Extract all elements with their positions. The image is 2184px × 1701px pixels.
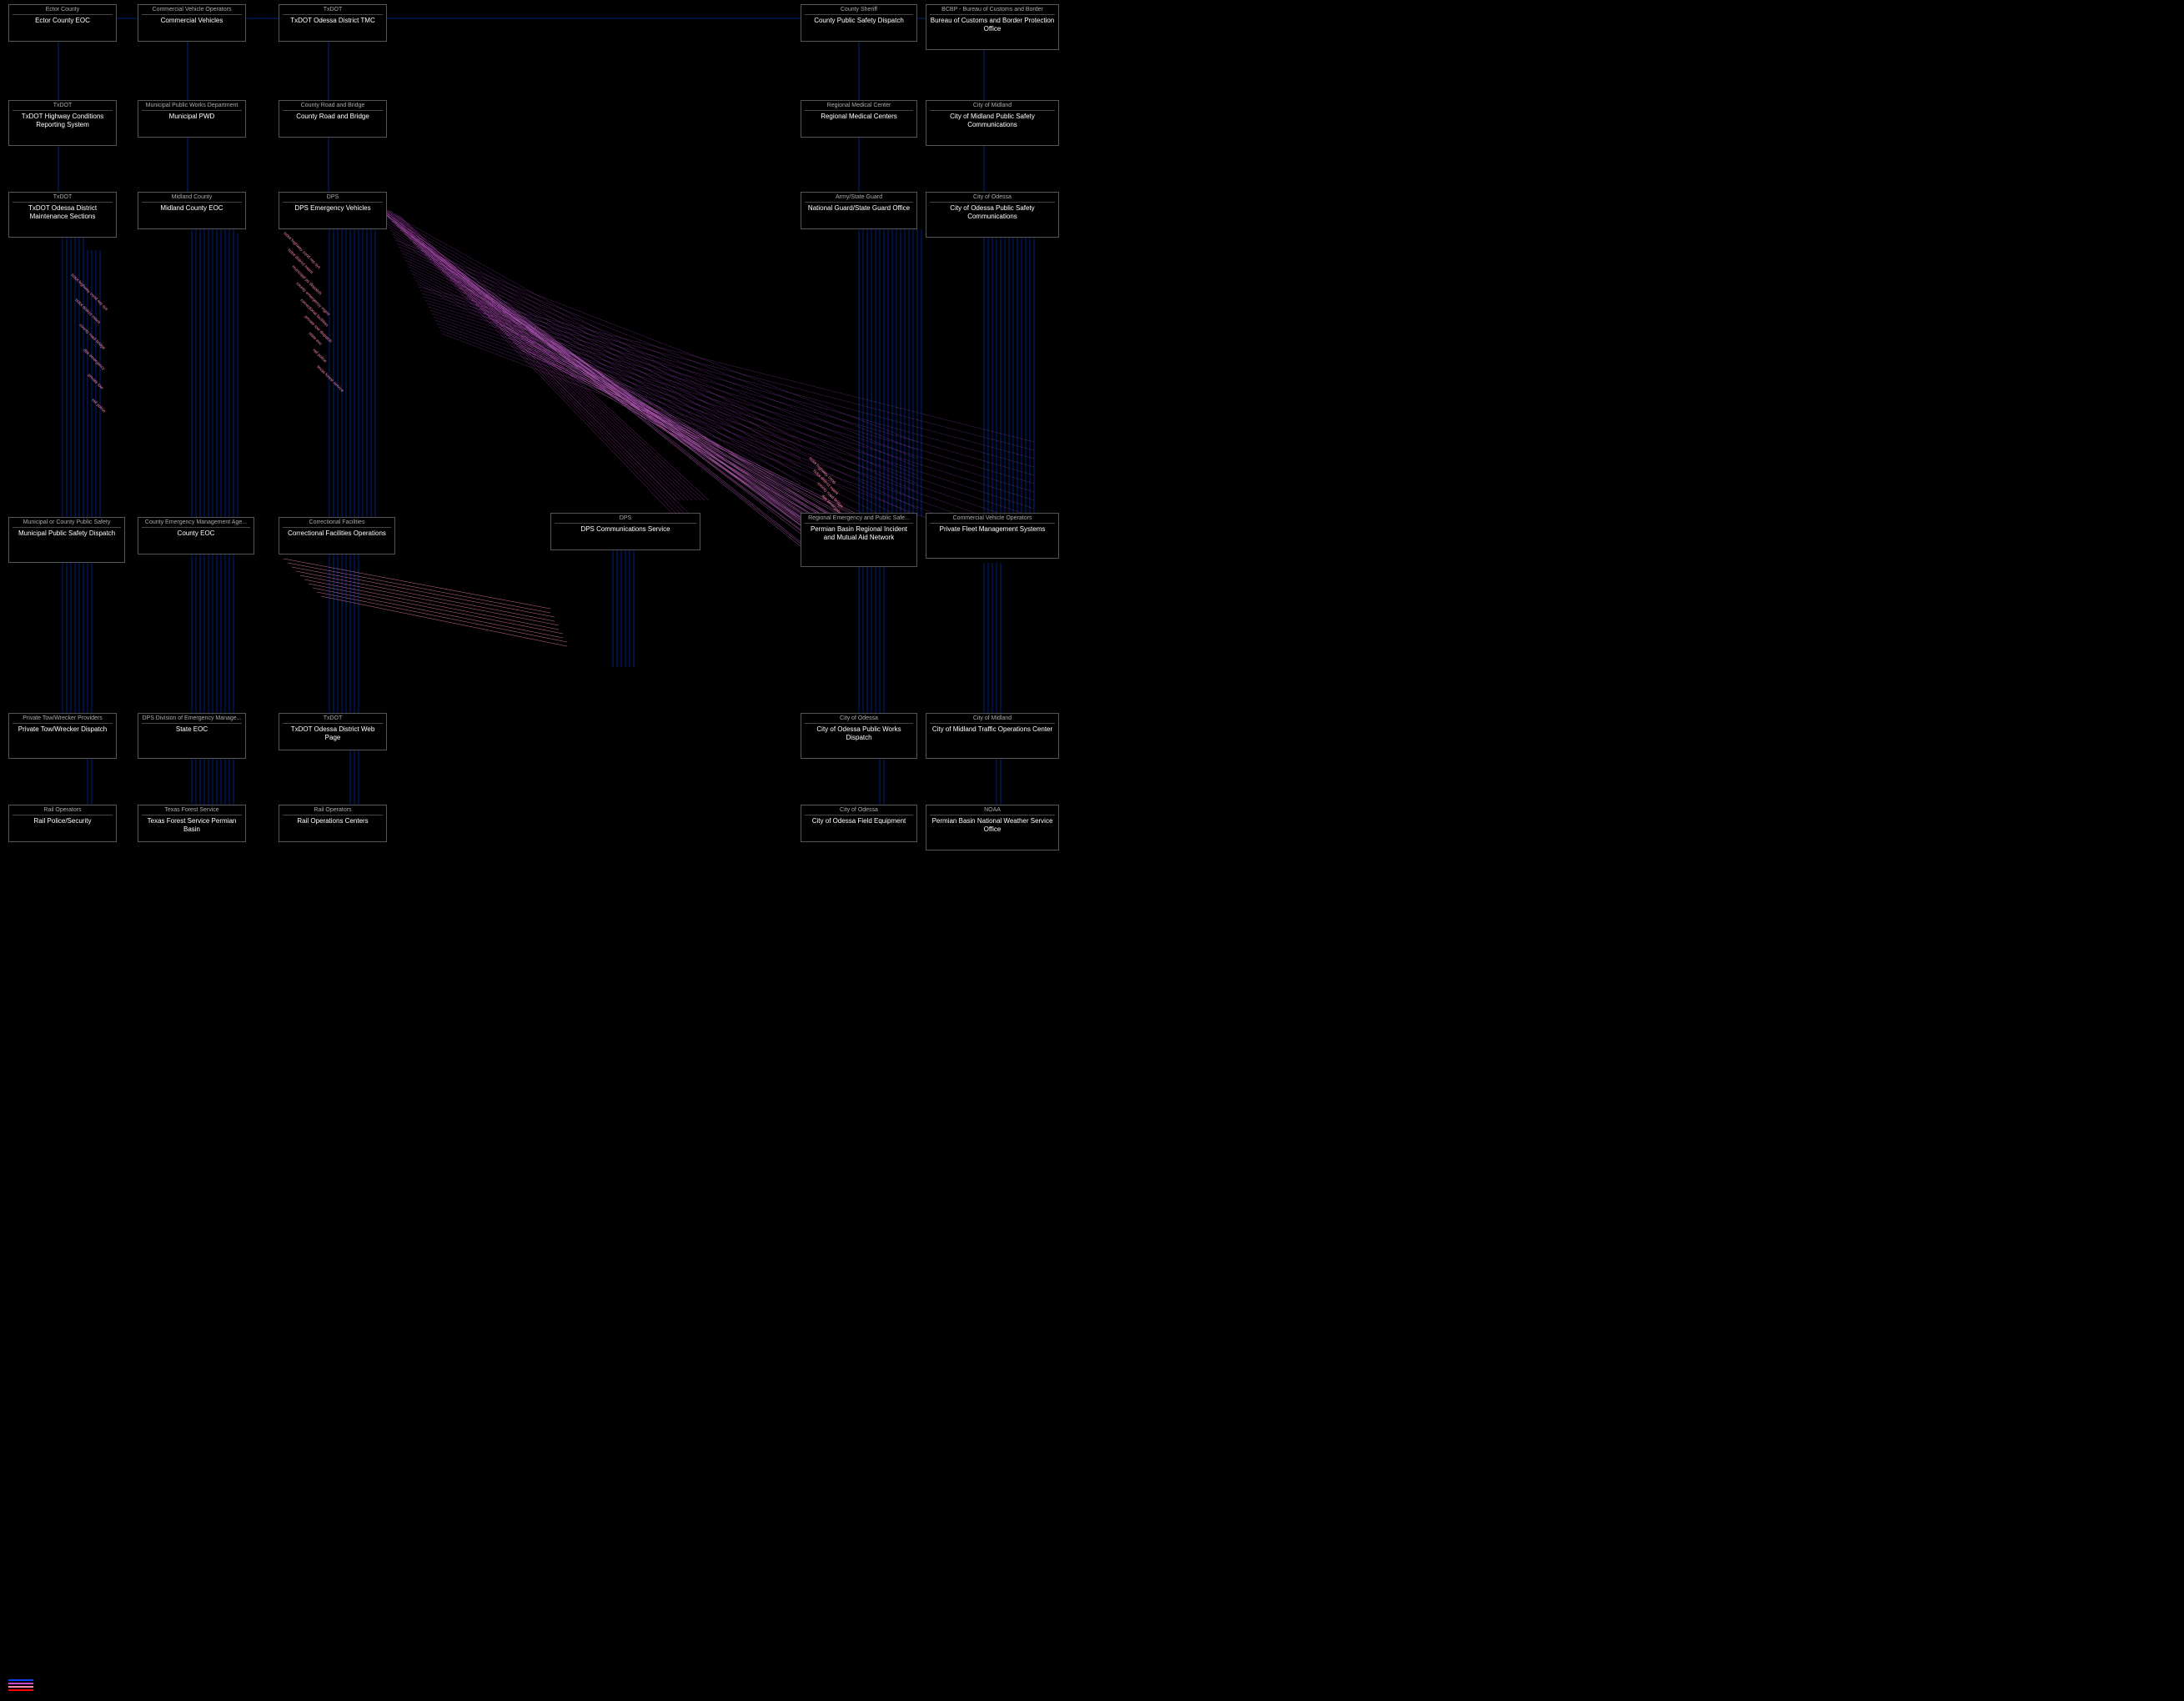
city-odessa-pw-node: City of Odessa City of Odessa Public Wor… [801,713,917,759]
city-midland-traffic-node: City of Midland City of Midland Traffic … [926,713,1059,759]
county-sheriff-node: County Sheriff County Public Safety Disp… [801,4,917,42]
svg-text:municipal ps dispatch: municipal ps dispatch [291,264,323,296]
svg-text:texas forest service: texas forest service [316,364,345,394]
legend-color-2 [8,1683,33,1684]
rail-operations-node: Rail Operators Rail Operations Centers [279,805,387,842]
commercial-vehicles-node: Commercial Vehicle Operators Commercial … [138,4,246,42]
svg-text:rail police: rail police [91,398,107,414]
svg-text:txdot district maint: txdot district maint [287,248,314,275]
txdot-district-maint-node: TxDOT TxDOT Odessa District Maintenance … [8,192,117,238]
svg-text:county road bridge: county road bridge [816,481,845,509]
bcbp-node: BCBP - Bureau of Customs and Border Bure… [926,4,1059,50]
svg-text:txdot district maint: txdot district maint [74,298,102,325]
svg-text:county emergency mgmt: county emergency mgmt [295,281,331,317]
svg-text:txdot highway cond rep sys: txdot highway cond rep sys [70,273,109,312]
commercial-fleet-node: Commercial Vehicle Operators Private Fle… [926,513,1059,559]
county-road-bridge-node: County Road and Bridge County Road and B… [279,100,387,138]
regional-medical-node: Regional Medical Center Regional Medical… [801,100,917,138]
city-midland-safety-node: City of Midland City of Midland Public S… [926,100,1059,146]
svg-text:txdot highway cond: txdot highway cond [808,456,837,485]
private-tow-node: Private Tow/Wrecker Providers Private To… [8,713,117,759]
svg-text:state eoc: state eoc [308,331,324,347]
correctional-facilities-node: Correctional Facilities Correctional Fac… [279,517,395,554]
connections-svg: txdot highway cond rep sys txdot distric… [0,0,2184,1701]
txdot-highway-node: TxDOT TxDOT Highway Conditions Reporting… [8,100,117,146]
legend-item-1 [8,1679,38,1681]
legend-color-4 [8,1689,33,1691]
legend [8,1679,38,1693]
rail-police-node: Rail Operators Rail Police/Security [8,805,117,842]
legend-item-2 [8,1683,38,1684]
svg-text:county road bridge: county road bridge [78,323,107,351]
svg-text:dps emergency: dps emergency [83,348,107,372]
regional-emergency-node: Regional Emergency and Public Safe... Pe… [801,513,917,567]
texas-forest-node: Texas Forest Service Texas Forest Servic… [138,805,246,842]
noaa-node: NOAA Permian Basin National Weather Serv… [926,805,1059,850]
txdot-web-page-node: TxDOT TxDOT Odessa District Web Page [279,713,387,750]
svg-text:txdot district maint: txdot district maint [812,469,840,496]
dps-comms-node: DPS DPS Communications Service [550,513,700,550]
svg-text:private tow dispatch: private tow dispatch [304,314,334,344]
city-odessa-safety-node: City of Odessa City of Odessa Public Saf… [926,192,1059,238]
svg-text:rail police: rail police [312,348,328,364]
txdot-odessa-tmc-node: TxDOT TxDOT Odessa District TMC [279,4,387,42]
municipal-ps-dispatch-node: Municipal or County Public Safety Munici… [8,517,125,563]
legend-color-3 [8,1686,33,1688]
svg-text:txdot highway cond rep sys: txdot highway cond rep sys [283,231,322,270]
ector-county-node: Ector County Ector County EOC [8,4,117,42]
svg-text:private tow: private tow [87,373,105,391]
municipal-pwo-node: Municipal Public Works Department Munici… [138,100,246,138]
svg-text:correctional facilities: correctional facilities [299,298,329,328]
legend-item-3 [8,1686,38,1688]
city-odessa-field-node: City of Odessa City of Odessa Field Equi… [801,805,917,842]
dps-emergency-node: DPS DPS Emergency Vehicles [279,192,387,229]
diagram-container: txdot highway cond rep sys txdot distric… [0,0,2184,1701]
legend-item-4 [8,1689,38,1691]
county-em-agency-node: County Emergency Management Age... Count… [138,517,254,554]
army-guard-node: Army/State Guard National Guard/State Gu… [801,192,917,229]
legend-color-1 [8,1679,33,1681]
midland-county-eoc-node: Midland County Midland County EOC [138,192,246,229]
state-eoc-node: DPS Division of Emergency Manage... Stat… [138,713,246,759]
